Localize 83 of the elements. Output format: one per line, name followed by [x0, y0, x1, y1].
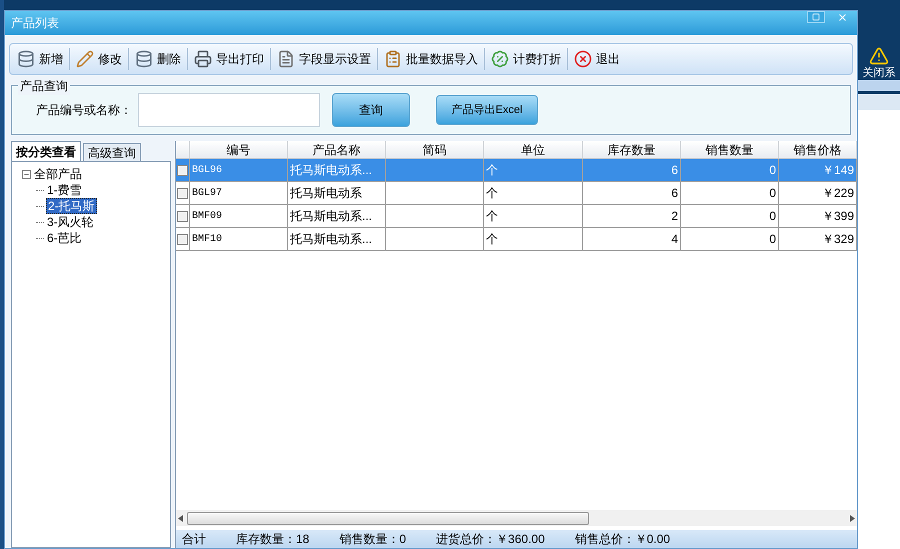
- tree-item[interactable]: 3-风火轮: [46, 215, 95, 229]
- table-cell-text: 托马斯电动系: [290, 185, 362, 202]
- summary-text: 进货总价：￥360.00: [436, 532, 545, 546]
- scroll-right-icon[interactable]: [850, 514, 855, 522]
- tab[interactable]: 按分类查看: [11, 141, 81, 161]
- tree-item[interactable]: 全部产品: [33, 167, 83, 181]
- table-cell-text: 托马斯电动系...: [290, 231, 372, 248]
- pencil-icon: [76, 50, 94, 68]
- table-cell-text: ￥229: [822, 185, 854, 202]
- table-cell-text: 2: [671, 208, 678, 225]
- toolbar-button[interactable]: 删除: [132, 46, 184, 72]
- table-row[interactable]: BGL97 托马斯电动系 个 6 0 ￥229: [176, 182, 857, 205]
- close-circle-icon: [574, 50, 592, 68]
- toolbar-button[interactable]: 退出: [571, 46, 623, 72]
- maximize-button[interactable]: [807, 11, 825, 23]
- summary-text: 库存数量：18: [236, 532, 310, 546]
- toolbar-button[interactable]: 字段显示设置: [274, 46, 374, 72]
- toolbar-button[interactable]: 新增: [14, 46, 66, 72]
- group-title: 产品查询: [18, 77, 70, 95]
- summary-text: 销售总价：￥0.00: [574, 532, 670, 546]
- table-cell-text: ￥149: [822, 162, 854, 179]
- warning-icon: [869, 46, 889, 66]
- table-cell-text: 6: [671, 162, 678, 179]
- scroll-left-icon[interactable]: [178, 514, 183, 522]
- table-cell-text: BGL96: [192, 164, 222, 178]
- table-cell-text: 0: [769, 162, 776, 179]
- column-header[interactable]: 产品名称: [288, 141, 386, 158]
- scrollbar-thumb[interactable]: [187, 512, 589, 524]
- toolbar-button[interactable]: 修改: [73, 46, 125, 72]
- table-cell-text: 0: [769, 231, 776, 248]
- table-cell-text: BMF10: [192, 232, 222, 246]
- horizontal-scrollbar[interactable]: [176, 510, 857, 526]
- table-cell-text: ￥399: [822, 208, 854, 225]
- printer-icon: [194, 50, 212, 68]
- column-header[interactable]: 库存数量: [583, 141, 681, 158]
- checkbox[interactable]: [177, 188, 188, 198]
- column-header[interactable]: 单位: [484, 141, 583, 158]
- database-icon: [17, 50, 35, 68]
- table-cell-text: BGL97: [192, 186, 222, 200]
- column-header[interactable]: 销售价格: [779, 141, 857, 158]
- collapse-icon[interactable]: [22, 170, 31, 178]
- toolbar-button[interactable]: 批量数据导入: [381, 46, 481, 72]
- database-icon: [135, 50, 153, 68]
- document-icon: [277, 50, 295, 68]
- clipboard-icon: [384, 50, 402, 68]
- maximize-icon: [812, 13, 820, 21]
- table-cell-text: 6: [671, 185, 678, 202]
- table-cell-text: 个: [486, 185, 498, 202]
- close-icon: [836, 12, 848, 22]
- column-header[interactable]: 简码: [386, 141, 484, 158]
- table-cell-text: ￥329: [822, 231, 854, 248]
- tree-item[interactable]: 1-费雪: [46, 183, 83, 197]
- table-row[interactable]: BMF09 托马斯电动系... 个 2 0 ￥399: [176, 205, 857, 228]
- checkbox[interactable]: [177, 210, 188, 222]
- notice-button[interactable]: 关闭系: [862, 46, 896, 80]
- table-cell-text: 0: [769, 208, 776, 225]
- desktop-panel: [858, 94, 900, 110]
- window-title: 产品列表: [11, 15, 59, 32]
- export-button[interactable]: 产品导出Excel: [436, 95, 538, 125]
- search-button[interactable]: 查询: [332, 93, 410, 127]
- search-field[interactable]: [138, 93, 320, 127]
- table-cell-text: 托马斯电动系...: [290, 162, 372, 179]
- column-header[interactable]: 编号: [190, 141, 288, 158]
- table-cell-text: 0: [769, 185, 776, 202]
- table-cell-text: BMF09: [192, 210, 222, 224]
- column-header[interactable]: 销售数量: [681, 141, 779, 158]
- summary-text: 合计: [182, 532, 206, 546]
- percent-badge-icon: [491, 50, 509, 68]
- tab[interactable]: 高级查询: [83, 143, 141, 161]
- table-cell-text: 托马斯电动系...: [290, 208, 372, 225]
- table-row[interactable]: BMF10 托马斯电动系... 个 4 0 ￥329: [176, 228, 857, 251]
- table-cell-text: 个: [486, 162, 498, 179]
- field-label: 产品编号或名称：: [36, 102, 132, 119]
- table-cell-text: 4: [671, 231, 678, 248]
- summary-text: 销售数量：0: [339, 532, 406, 546]
- toolbar-button[interactable]: 计费打折: [488, 46, 564, 72]
- table-cell-text: 个: [486, 231, 498, 248]
- table-cell-text: 个: [486, 208, 498, 225]
- toolbar-button[interactable]: 导出打印: [191, 46, 267, 72]
- checkbox[interactable]: [177, 234, 188, 244]
- checkbox[interactable]: [177, 164, 188, 176]
- tree-item[interactable]: 2-托马斯: [46, 198, 97, 214]
- tree-item[interactable]: 6-芭比: [46, 231, 83, 245]
